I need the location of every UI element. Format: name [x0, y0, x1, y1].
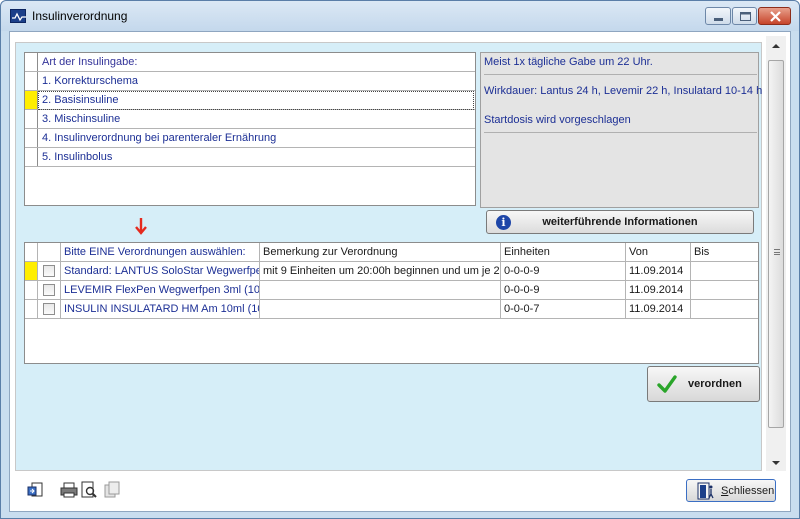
row-checkbox-cell [38, 300, 61, 318]
row-indicator [25, 129, 38, 147]
scroll-down-icon[interactable] [772, 461, 780, 465]
info-line-duration: Wirkdauer: Lantus 24 h, Levemir 22 h, In… [484, 85, 763, 97]
art-item-label: 4. Insulinverordnung bei parenteraler Er… [42, 132, 277, 144]
art-list-header: Art der Insulingabe: [25, 53, 475, 72]
row-indicator [25, 72, 38, 90]
minimize-button[interactable] [705, 7, 731, 25]
more-info-label: weiterführende Informationen [542, 216, 698, 228]
window-title: Insulinverordnung [32, 9, 128, 23]
art-item-label: 3. Mischinsuline [42, 113, 121, 125]
door-exit-icon [697, 482, 714, 500]
printer-icon[interactable] [60, 481, 78, 499]
cell-medication: LEVEMIR FlexPen Wegwerfpen 3ml (100 [61, 281, 260, 299]
scroll-thumb[interactable] [768, 60, 784, 428]
close-window-button[interactable] [758, 7, 791, 25]
table-row[interactable]: LEVEMIR FlexPen Wegwerfpen 3ml (100 0-0-… [25, 281, 758, 300]
table-row[interactable]: Standard: LANTUS SoloStar Wegwerfpe mit … [25, 262, 758, 281]
art-item-mischinsuline[interactable]: 3. Mischinsuline [25, 110, 475, 129]
row-indicator [25, 281, 38, 299]
col-header-medication: Bitte EINE Verordnungen auswählen: [61, 243, 260, 261]
vertical-scrollbar[interactable] [766, 36, 786, 471]
cell-units: 0-0-0-7 [501, 300, 626, 318]
verordnen-button[interactable]: verordnen [647, 366, 760, 402]
art-header-label: Art der Insulingabe: [42, 56, 138, 68]
row-indicator [25, 300, 38, 318]
col-header-remark: Bemerkung zur Verordnung [260, 243, 501, 261]
cell-remark [260, 300, 501, 318]
header-check [38, 243, 61, 261]
pages-icon [104, 481, 120, 498]
maximize-button[interactable] [732, 7, 757, 25]
art-list: Art der Insulingabe: 1. Korrekturschema … [24, 52, 476, 206]
app-icon [10, 9, 26, 23]
row-checkbox[interactable] [43, 265, 55, 277]
row-checkbox[interactable] [43, 284, 55, 296]
cell-from: 11.09.2014 [626, 281, 691, 299]
prescription-table: Bitte EINE Verordnungen auswählen: Bemer… [24, 242, 759, 364]
row-indicator [25, 53, 38, 71]
row-checkbox[interactable] [43, 303, 55, 315]
red-down-arrow-icon [135, 218, 147, 235]
more-info-button[interactable]: i weiterführende Informationen [486, 210, 754, 234]
table-row[interactable]: INSULIN INSULATARD HM Am 10ml (100E 0-0-… [25, 300, 758, 319]
table-header: Bitte EINE Verordnungen auswählen: Bemer… [25, 243, 758, 262]
cell-medication: Standard: LANTUS SoloStar Wegwerfpe [61, 262, 260, 280]
close-label: Schliessen [721, 485, 775, 497]
client-area: Art der Insulingabe: 1. Korrekturschema … [9, 31, 791, 512]
checkmark-icon [657, 375, 677, 393]
header-indicator [25, 243, 38, 261]
cell-from: 11.09.2014 [626, 262, 691, 280]
grip-icon [774, 249, 780, 255]
content-panel: Art der Insulingabe: 1. Korrekturschema … [15, 42, 762, 471]
art-item-basisinsuline[interactable]: 2. Basisinsuline [25, 91, 475, 110]
export-document-icon[interactable] [27, 481, 45, 499]
info-line-startdose: Startdosis wird vorgeschlagen [484, 114, 757, 133]
art-item-label: 5. Insulinbolus [42, 151, 113, 163]
scroll-up-icon[interactable] [772, 44, 780, 48]
art-item-label: 2. Basisinsuline [42, 94, 119, 106]
cell-to [691, 262, 758, 280]
cell-units: 0-0-0-9 [501, 281, 626, 299]
info-line-dosage: Meist 1x tägliche Gabe um 22 Uhr. [484, 56, 757, 75]
art-item-korrekturschema[interactable]: 1. Korrekturschema [25, 72, 475, 91]
col-header-from: Von [626, 243, 691, 261]
print-preview-icon[interactable] [80, 481, 98, 499]
insulin-window: Insulinverordnung Art der Insulingabe: 1… [0, 0, 800, 519]
row-checkbox-cell [38, 281, 61, 299]
bottom-toolbar: Schliessen [15, 475, 785, 507]
cell-medication: INSULIN INSULATARD HM Am 10ml (100E [61, 300, 260, 318]
row-indicator [25, 110, 38, 128]
row-indicator-active [25, 262, 38, 280]
row-checkbox-cell [38, 262, 61, 280]
col-header-units: Einheiten [501, 243, 626, 261]
verordnen-label: verordnen [688, 378, 742, 390]
cell-remark: mit 9 Einheiten um 20:00h beginnen und u… [260, 262, 501, 280]
row-indicator [25, 148, 38, 166]
cell-remark [260, 281, 501, 299]
close-button[interactable]: Schliessen [686, 479, 776, 502]
art-item-parenteral[interactable]: 4. Insulinverordnung bei parenteraler Er… [25, 129, 475, 148]
row-indicator-active [25, 91, 38, 109]
cell-to [691, 281, 758, 299]
title-bar[interactable]: Insulinverordnung [1, 1, 799, 31]
col-header-to: Bis [694, 246, 710, 258]
info-panel: Meist 1x tägliche Gabe um 22 Uhr. Wirkda… [480, 52, 763, 208]
cell-units: 0-0-0-9 [501, 262, 626, 280]
cell-to [691, 300, 758, 318]
cell-from: 11.09.2014 [626, 300, 691, 318]
art-item-label: 1. Korrekturschema [42, 75, 138, 87]
art-item-insulinbolus[interactable]: 5. Insulinbolus [25, 148, 475, 167]
